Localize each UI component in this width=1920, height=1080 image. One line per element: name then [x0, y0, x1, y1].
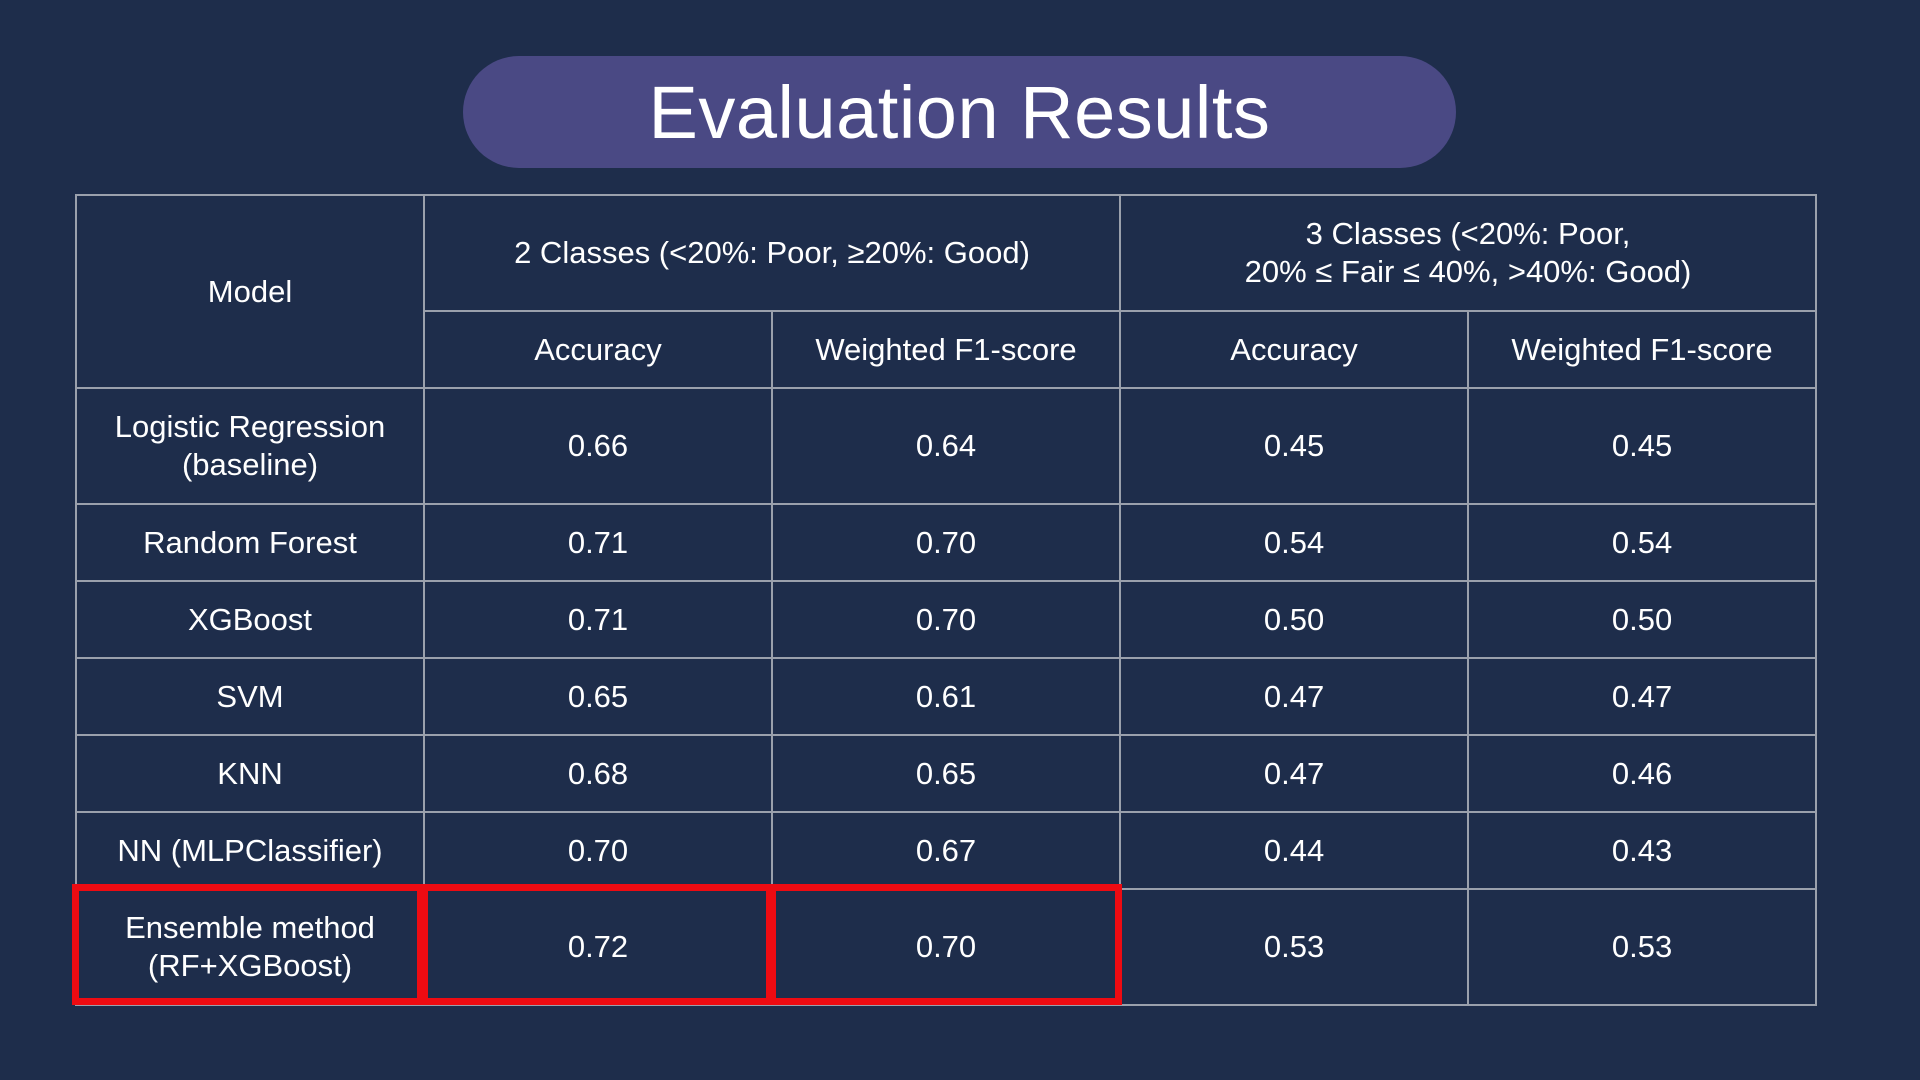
table-row-highlighted: Ensemble method (RF+XGBoost) 0.72 0.70 0… — [75, 888, 1818, 1006]
table-row: SVM 0.65 0.61 0.47 0.47 — [75, 657, 1818, 736]
f1-2c-cell: 0.61 — [770, 657, 1122, 736]
accuracy-2c-cell: 0.66 — [423, 387, 773, 505]
model-name: Ensemble method — [125, 910, 375, 945]
f1-2c-cell: 0.70 — [770, 503, 1122, 582]
f1-3c-cell: 0.43 — [1467, 811, 1818, 890]
accuracy-2c-cell: 0.68 — [423, 734, 773, 813]
accuracy-2c-cell: 0.71 — [423, 503, 773, 582]
f1-3c-cell: 0.46 — [1467, 734, 1818, 813]
group-header-2-classes: 2 Classes (<20%: Poor, ≥20%: Good) — [422, 194, 1122, 312]
header-row-groups: Model 2 Classes (<20%: Poor, ≥20%: Good)… — [75, 194, 1818, 389]
f1-2c-cell: 0.70 — [770, 888, 1122, 1006]
title-banner: Evaluation Results — [463, 56, 1456, 168]
accuracy-3c-cell: 0.53 — [1119, 888, 1470, 1006]
accuracy-2c-cell: 0.70 — [423, 811, 773, 890]
accuracy-3c-cell: 0.50 — [1119, 580, 1470, 659]
f1-2c-cell: 0.64 — [770, 387, 1122, 505]
model-header: Model — [75, 194, 425, 389]
page-title: Evaluation Results — [648, 70, 1271, 154]
group-header-3-classes-line1: 3 Classes (<20%: Poor, — [1305, 216, 1631, 251]
f1-3c-cell: 0.47 — [1467, 657, 1818, 736]
model-cell: XGBoost — [75, 580, 425, 659]
model-cell: Random Forest — [75, 503, 425, 582]
accuracy-2c-cell: 0.65 — [423, 657, 773, 736]
metric-header-accuracy-3c: Accuracy — [1119, 310, 1470, 389]
metric-header-f1-3c: Weighted F1-score — [1467, 310, 1818, 389]
f1-2c-cell: 0.65 — [770, 734, 1122, 813]
model-cell: Logistic Regression (baseline) — [75, 387, 425, 505]
model-cell: NN (MLPClassifier) — [75, 811, 425, 890]
group-header-3-classes-line2: 20% ≤ Fair ≤ 40%, >40%: Good) — [1244, 254, 1692, 289]
f1-3c-cell: 0.54 — [1467, 503, 1818, 582]
accuracy-3c-cell: 0.47 — [1119, 657, 1470, 736]
group-header-3-classes: 3 Classes (<20%: Poor, 20% ≤ Fair ≤ 40%,… — [1119, 194, 1818, 312]
table-row: Random Forest 0.71 0.70 0.54 0.54 — [75, 503, 1818, 582]
f1-2c-cell: 0.67 — [770, 811, 1122, 890]
metric-header-accuracy-2c: Accuracy — [423, 310, 773, 389]
metric-header-f1-2c: Weighted F1-score — [770, 310, 1122, 389]
accuracy-2c-cell: 0.72 — [423, 888, 773, 1006]
accuracy-2c-cell: 0.71 — [423, 580, 773, 659]
accuracy-3c-cell: 0.47 — [1119, 734, 1470, 813]
model-note: (RF+XGBoost) — [147, 948, 353, 983]
model-cell: Ensemble method (RF+XGBoost) — [75, 888, 425, 1006]
model-note: (baseline) — [181, 447, 319, 482]
f1-2c-cell: 0.70 — [770, 580, 1122, 659]
model-cell: KNN — [75, 734, 425, 813]
table-row: Logistic Regression (baseline) 0.66 0.64… — [75, 387, 1818, 505]
accuracy-3c-cell: 0.44 — [1119, 811, 1470, 890]
accuracy-3c-cell: 0.45 — [1119, 387, 1470, 505]
f1-3c-cell: 0.53 — [1467, 888, 1818, 1006]
table-row: NN (MLPClassifier) 0.70 0.67 0.44 0.43 — [75, 811, 1818, 890]
accuracy-3c-cell: 0.54 — [1119, 503, 1470, 582]
table-row: KNN 0.68 0.65 0.47 0.46 — [75, 734, 1818, 813]
f1-3c-cell: 0.45 — [1467, 387, 1818, 505]
model-cell: SVM — [75, 657, 425, 736]
f1-3c-cell: 0.50 — [1467, 580, 1818, 659]
table-row: XGBoost 0.71 0.70 0.50 0.50 — [75, 580, 1818, 659]
results-table: Model 2 Classes (<20%: Poor, ≥20%: Good)… — [75, 194, 1818, 1006]
model-name: Logistic Regression — [114, 409, 386, 444]
